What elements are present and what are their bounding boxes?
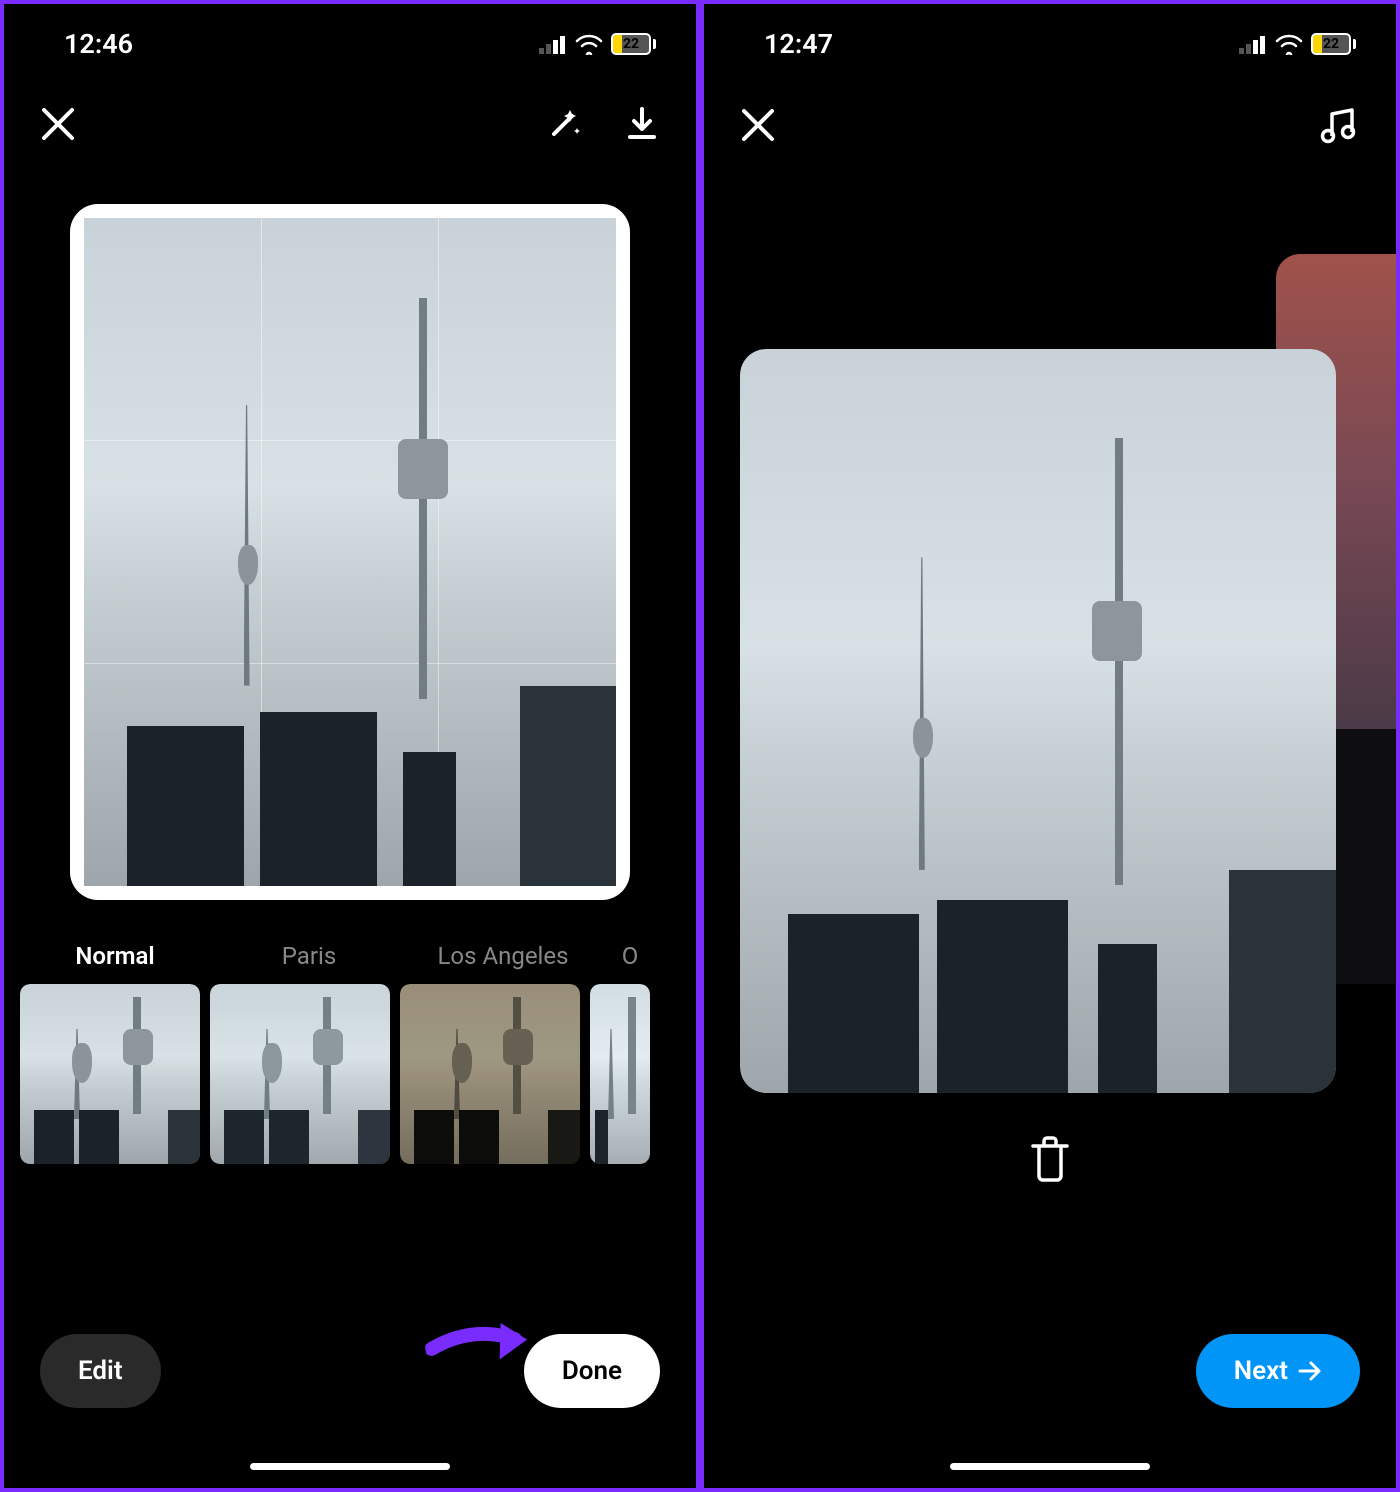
close-icon [40, 106, 76, 142]
bottom-button-row: Edit Done [4, 1334, 696, 1408]
close-button[interactable] [740, 107, 776, 143]
status-time: 12:46 [64, 28, 133, 60]
status-bar: 12:46 22 [4, 4, 696, 74]
music-button[interactable] [1318, 104, 1360, 146]
magic-wand-icon [544, 104, 584, 144]
battery-indicator: 22 [1311, 33, 1356, 55]
photo-preview-frame[interactable] [70, 204, 630, 900]
cellular-icon [1239, 34, 1267, 54]
download-icon [624, 105, 660, 143]
filter-label-partial[interactable]: O [600, 942, 660, 970]
photo-preview [84, 218, 616, 886]
trash-icon [1027, 1134, 1073, 1184]
filter-thumb-normal[interactable] [20, 984, 200, 1164]
close-icon [740, 107, 776, 143]
next-label: Next [1234, 1356, 1288, 1386]
filter-thumbs-row[interactable] [4, 970, 696, 1164]
filter-thumb-paris[interactable] [210, 984, 390, 1164]
filter-label-paris[interactable]: Paris [212, 942, 406, 970]
filter-thumb-los-angeles[interactable] [400, 984, 580, 1164]
status-right: 22 [1239, 33, 1356, 55]
status-bar: 12:47 22 [704, 4, 1396, 74]
top-bar [4, 74, 696, 154]
wifi-icon [575, 33, 603, 55]
download-button[interactable] [624, 105, 660, 143]
delete-button[interactable] [1027, 1134, 1073, 1184]
carousel-current-photo[interactable] [740, 349, 1336, 1093]
magic-wand-button[interactable] [544, 104, 584, 144]
filter-labels-row: Normal Paris Los Angeles O [4, 942, 696, 970]
home-indicator[interactable] [950, 1463, 1150, 1470]
trash-row [704, 1134, 1396, 1184]
screen-filter-editor: 12:46 22 [0, 0, 700, 1492]
close-button[interactable] [40, 106, 76, 142]
filter-label-normal[interactable]: Normal [18, 942, 212, 970]
wifi-icon [1275, 33, 1303, 55]
cellular-icon [539, 34, 567, 54]
filter-label-los-angeles[interactable]: Los Angeles [406, 942, 600, 970]
status-right: 22 [539, 33, 656, 55]
screen-carousel-preview: 12:47 22 [700, 0, 1400, 1492]
top-bar [704, 74, 1396, 156]
filter-thumb-partial[interactable] [590, 984, 650, 1164]
status-time: 12:47 [764, 28, 833, 60]
home-indicator[interactable] [250, 1463, 450, 1470]
done-button[interactable]: Done [524, 1334, 660, 1408]
music-icon [1318, 104, 1360, 146]
edit-button[interactable]: Edit [40, 1334, 161, 1408]
next-button[interactable]: Next [1196, 1334, 1360, 1408]
battery-indicator: 22 [611, 33, 656, 55]
arrow-right-icon [1298, 1360, 1322, 1382]
bottom-button-row: Next [704, 1334, 1396, 1408]
